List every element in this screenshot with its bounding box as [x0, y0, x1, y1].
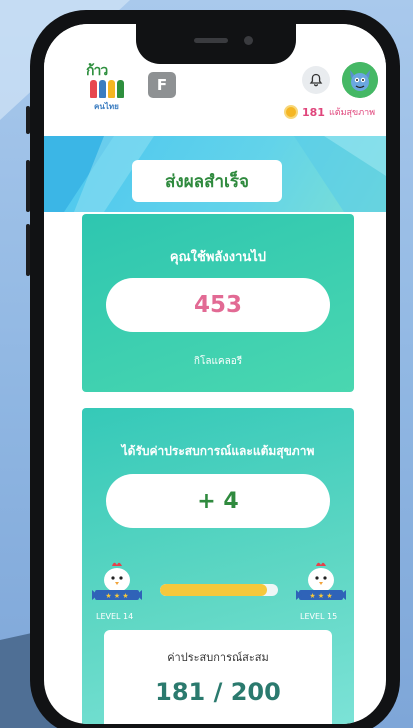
experience-separator: /	[213, 678, 223, 706]
app-logo[interactable]: ก้าว คนไทย	[82, 58, 130, 112]
phone-side-button	[26, 106, 30, 134]
gain-value: + 4	[197, 488, 239, 514]
phone-volume-down	[26, 224, 30, 276]
f-button[interactable]: F	[148, 72, 176, 98]
next-level-label: LEVEL 15	[300, 612, 338, 621]
page-title: ส่งผลสำเร็จ	[132, 160, 282, 202]
bell-icon	[309, 73, 323, 87]
phone-notch	[136, 24, 296, 64]
current-level-label: LEVEL 14	[96, 612, 134, 621]
experience-value: 181 / 200	[104, 678, 332, 706]
svg-text:★ ★ ★: ★ ★ ★	[309, 592, 332, 600]
energy-card: คุณใช้พลังงานไป 453 กิโลแคลอรี	[82, 214, 354, 392]
avatar-icon	[342, 62, 378, 98]
phone-volume-up	[26, 160, 30, 212]
calorie-value: 453	[193, 292, 242, 318]
phone-frame: ก้าว คนไทย F 181 แต้มสุขภาพ ส่งผลสำเร็จ …	[26, 10, 400, 728]
coin-icon	[284, 105, 298, 119]
front-camera	[244, 36, 253, 45]
experience-title: ค่าประสบการณ์สะสม	[167, 651, 269, 664]
health-points[interactable]: 181 แต้มสุขภาพ	[284, 104, 375, 120]
level-progress-fill	[160, 584, 267, 596]
app-screen: ก้าว คนไทย F 181 แต้มสุขภาพ ส่งผลสำเร็จ …	[44, 24, 386, 724]
user-avatar[interactable]	[342, 62, 378, 98]
points-label: แต้มสุขภาพ	[328, 108, 376, 118]
experience-total: 200	[230, 678, 281, 706]
level-progress-row: ★ ★ ★ ★ ★ ★ LEVEL 14 LEVEL 15	[82, 560, 354, 621]
svg-text:★ ★ ★: ★ ★ ★	[105, 592, 128, 600]
reward-card-title: ได้รับค่าประสบการณ์และแต้มสุขภาพ	[121, 444, 315, 458]
experience-box: ค่าประสบการณ์สะสม 181 / 200	[104, 630, 332, 724]
success-banner: ส่งผลสำเร็จ	[44, 136, 386, 212]
reward-card: ได้รับค่าประสบการณ์และแต้มสุขภาพ + 4 ★ ★…	[82, 408, 354, 724]
energy-card-title: คุณใช้พลังงานไป	[169, 250, 267, 265]
speaker-grille	[194, 38, 228, 43]
chicken-mascot-icon: ★ ★ ★	[92, 562, 142, 600]
logo-title: ก้าว	[86, 63, 108, 79]
gain-pill: + 4	[106, 474, 330, 528]
level-progress-bar	[160, 584, 278, 596]
experience-current: 181	[155, 678, 206, 706]
notification-button[interactable]	[302, 66, 330, 94]
calorie-unit: กิโลแคลอรี	[193, 356, 243, 367]
logo-people-illustration	[88, 80, 126, 100]
calorie-pill: 453	[106, 278, 330, 332]
points-value: 181	[302, 105, 325, 119]
chicken-mascot-icon: ★ ★ ★	[296, 562, 346, 600]
logo-subtitle: คนไทย	[94, 102, 119, 111]
